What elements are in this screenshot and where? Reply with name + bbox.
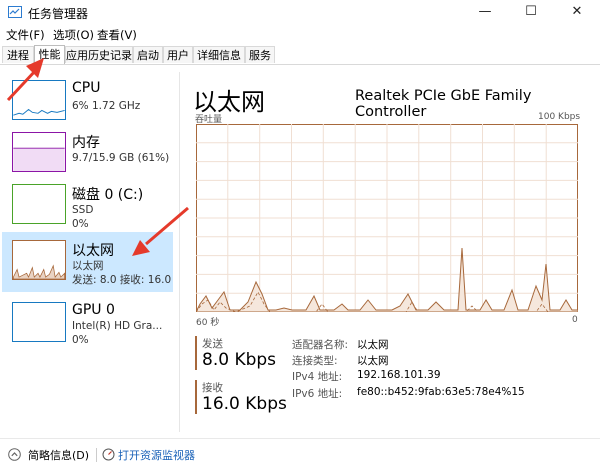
minimize-icon: — (478, 4, 492, 19)
graph-time-end: 0 (572, 315, 578, 325)
send-label: 发送 (202, 338, 223, 350)
menu-bar: 文件(F) 选项(O) 查看(V) (0, 26, 600, 44)
panel-divider (179, 72, 180, 432)
sidebar-item-sub: 以太网 (72, 260, 104, 272)
tab-users[interactable]: 用户 (163, 46, 193, 63)
send-value: 8.0 Kbps (202, 350, 277, 370)
sidebar-item-title: CPU (72, 80, 101, 96)
tab-processes[interactable]: 进程 (2, 46, 34, 63)
fewer-details-label: 简略信息(D) (28, 449, 90, 462)
cpu-thumbnail (12, 80, 66, 120)
ethernet-thumbnail (12, 240, 66, 280)
title-bar: 任务管理器 — ☐ ✕ (0, 0, 600, 26)
sidebar-item-sub: 发送: 8.0 接收: 16.0 K (72, 274, 172, 286)
sidebar-item-memory[interactable]: 内存 9.7/15.9 GB (61%) (2, 126, 173, 182)
disk-thumbnail (12, 184, 66, 224)
footer-separator (96, 448, 97, 462)
tab-details[interactable]: 详细信息 (193, 46, 245, 63)
sidebar-item-sub: 0% (72, 218, 89, 230)
task-manager-icon (8, 6, 22, 18)
prop-value: fe80::b452:9fab:63e5:78e4%15 (357, 386, 525, 398)
open-resource-monitor-link[interactable]: 打开资源监视器 (102, 447, 202, 463)
gpu-thumbnail (12, 302, 66, 342)
maximize-icon: ☐ (525, 4, 537, 19)
minimize-button[interactable]: — (462, 0, 508, 26)
sidebar-item-title: 磁盘 0 (C:) (72, 187, 144, 203)
close-button[interactable]: ✕ (554, 0, 600, 26)
window-title: 任务管理器 (28, 7, 89, 21)
sidebar-item-ethernet[interactable]: 以太网 以太网 发送: 8.0 接收: 16.0 K (2, 232, 173, 292)
prop-key: 适配器名称: (292, 339, 349, 351)
open-resource-monitor-label: 打开资源监视器 (118, 449, 195, 462)
maximize-button[interactable]: ☐ (508, 0, 554, 26)
receive-value: 16.0 Kbps (202, 394, 287, 414)
graph-max-label: 100 Kbps (538, 112, 581, 122)
sidebar-item-sub: 0% (72, 334, 89, 346)
graph-time-span: 60 秒 (196, 318, 220, 328)
tab-startup[interactable]: 启动 (133, 46, 163, 63)
sidebar-item-title: 内存 (72, 135, 100, 151)
chevron-up-icon (8, 448, 21, 461)
performance-sidebar: CPU 6% 1.72 GHz 内存 9.7/15.9 GB (61%) 磁盘 … (0, 72, 175, 432)
prop-key: IPv6 地址: (292, 388, 343, 400)
sidebar-item-disk[interactable]: 磁盘 0 (C:) SSD 0% (2, 178, 173, 234)
tab-bar: 进程 性能 应用历史记录 启动 用户 详细信息 服务 (0, 44, 600, 65)
sidebar-item-gpu[interactable]: GPU 0 Intel(R) HD Gra... 0% (2, 296, 173, 352)
prop-value: 以太网 (357, 355, 389, 367)
tab-app-history[interactable]: 应用历史记录 (65, 46, 133, 63)
sidebar-item-title: GPU 0 (72, 302, 115, 318)
sidebar-item-sub: SSD (72, 204, 94, 216)
sidebar-item-sub: 6% 1.72 GHz (72, 100, 141, 112)
sidebar-item-cpu[interactable]: CPU 6% 1.72 GHz (2, 74, 173, 130)
fewer-details-button[interactable]: 简略信息(D) (8, 447, 90, 463)
tab-services[interactable]: 服务 (245, 46, 275, 63)
menu-view[interactable]: 查看(V) (97, 27, 137, 43)
tab-performance[interactable]: 性能 (34, 45, 65, 64)
resource-monitor-icon (102, 448, 115, 461)
footer-bar: 简略信息(D) 打开资源监视器 (0, 438, 600, 474)
receive-indicator (195, 380, 197, 414)
prop-key: 连接类型: (292, 355, 338, 367)
sidebar-item-sub: 9.7/15.9 GB (61%) (72, 152, 170, 164)
throughput-graph (196, 124, 578, 312)
send-indicator (195, 336, 197, 370)
memory-thumbnail (12, 132, 66, 172)
sidebar-item-sub: Intel(R) HD Gra... (72, 320, 163, 332)
menu-options[interactable]: 选项(O) (53, 27, 94, 43)
sidebar-item-title: 以太网 (72, 243, 114, 259)
prop-value: 192.168.101.39 (357, 369, 441, 381)
prop-key: IPv4 地址: (292, 371, 343, 383)
prop-value: 以太网 (357, 339, 389, 351)
close-icon: ✕ (571, 4, 583, 19)
menu-file[interactable]: 文件(F) (6, 27, 45, 43)
receive-label: 接收 (202, 382, 223, 394)
